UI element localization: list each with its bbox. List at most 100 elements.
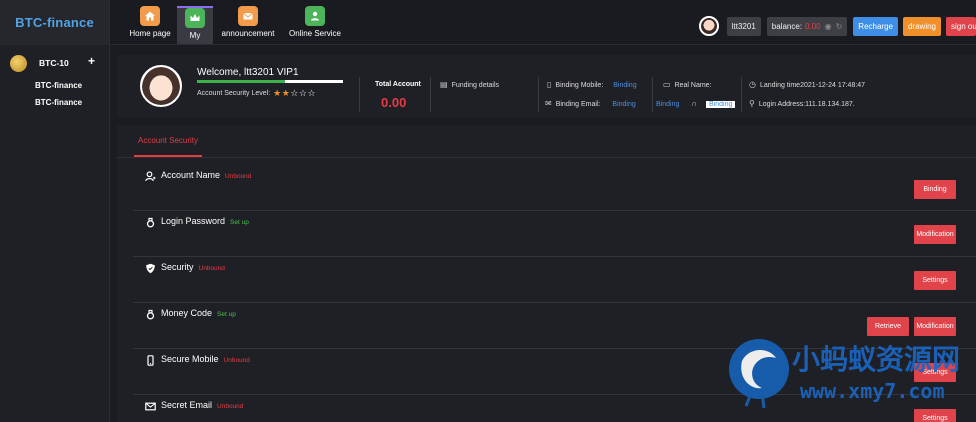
settings-button[interactable]: Settings (914, 409, 956, 422)
refresh-icon[interactable]: ↻ (836, 22, 843, 31)
login-address-text: Login Address:111.18.134.187. (758, 101, 855, 108)
avatar[interactable] (698, 16, 719, 36)
sidebar-item-btc-finance-1[interactable]: BTC-finance (0, 77, 109, 94)
person-icon (305, 6, 325, 26)
row-label: Money Code Set up (161, 308, 236, 318)
binding-email-link[interactable]: Binding (612, 101, 635, 108)
binding-mobile-label: Binding Mobile: (555, 82, 604, 89)
sign-out-button[interactable]: sign ou (946, 16, 976, 36)
lock-icon (145, 217, 156, 228)
binding-email: ✉ Binding Email: Binding (545, 99, 636, 108)
nav-label: My (189, 31, 201, 40)
phone-icon: ▯ (547, 80, 552, 89)
home-icon (140, 6, 160, 26)
mail-icon: ✉ (545, 99, 552, 108)
binding-mobile-link[interactable]: Binding (613, 82, 636, 89)
binding-button[interactable]: Binding (914, 180, 956, 199)
status-badge: Unbound (225, 173, 252, 180)
modification-button[interactable]: Modification (914, 225, 956, 244)
security-row-secure-mobile: Secure Mobile Unbound Settings (133, 349, 976, 395)
status-badge: Unbound (198, 265, 225, 272)
top-navigation: Home page My announcement Online Service… (110, 0, 976, 45)
row-label: Secret Email Unbound (161, 400, 244, 410)
security-row-account-name: Account Name Unbound Binding (133, 165, 976, 211)
user-icon (145, 171, 156, 182)
row-label: Security Unbound (161, 262, 225, 272)
star-empty-icon: ☆ (307, 88, 317, 98)
real-name-binding-link[interactable]: Binding (656, 101, 679, 108)
security-row-security: Security Unbound Settings (133, 257, 976, 303)
nav-online-service[interactable]: Online Service (288, 6, 342, 44)
nav-label: Home page (129, 29, 171, 38)
modification-button[interactable]: Modification (914, 317, 956, 336)
settings-button[interactable]: Settings (914, 271, 956, 290)
divider (359, 77, 360, 112)
status-badge: Unbound (217, 403, 244, 410)
binding-mobile: ▯ Binding Mobile: Binding (547, 80, 637, 89)
landing-time-text: Landing time2021-12-24 17:48:47 (759, 82, 866, 89)
divider (652, 77, 653, 112)
brand-logo[interactable]: BTC-finance (0, 0, 109, 45)
security-row-login-password: Login Password Set up Modification (133, 211, 976, 257)
username-chip[interactable]: ltt3201 (726, 16, 761, 36)
status-badge: Unbound (223, 357, 250, 364)
security-row-secret-email: Secret Email Unbound Settings (133, 395, 976, 422)
sidebar-group-header[interactable]: BTC-10 + (0, 49, 109, 77)
total-account-value: 0.00 (381, 95, 407, 110)
shield-icon (145, 263, 156, 274)
security-progress-fill (197, 80, 285, 83)
real-name: ▭ Real Name: (663, 80, 712, 89)
profile-panel: Welcome, ltt3201 VIP1 Account Security L… (117, 55, 976, 117)
nav-home-page[interactable]: Home page (128, 6, 172, 44)
funding-details-link[interactable]: ▤ Funding details (440, 80, 499, 89)
total-account-label: Total Account (375, 81, 421, 88)
welcome-text: Welcome, ltt3201 VIP1 (197, 67, 299, 78)
star-empty-icon: ☆ (290, 88, 299, 98)
sidebar: BTC-finance BTC-10 + BTC-finance BTC-fin… (0, 0, 110, 422)
phone-icon (145, 355, 156, 366)
star-filled-icon: ★ (273, 88, 282, 98)
real-name-binding-button[interactable]: Binding (706, 101, 736, 108)
eye-icon[interactable]: ◉ (825, 22, 832, 31)
nav-label: announcement (221, 29, 275, 38)
location-pin-icon: ⚲ (749, 99, 755, 108)
retrieve-button[interactable]: Retrieve (867, 317, 909, 336)
crown-icon (185, 8, 205, 28)
plus-icon[interactable]: + (88, 55, 95, 67)
security-level-label: Account Security Level: (197, 90, 271, 97)
security-progress-bar (197, 80, 343, 83)
row-label: Secure Mobile Unbound (161, 354, 250, 364)
settings-button[interactable]: Settings (914, 363, 956, 382)
sidebar-group-label: BTC-10 (39, 58, 69, 68)
balance-chip: balance: 0.00 ◉ ↻ (766, 16, 848, 36)
real-name-binding: Binding ∩ Binding (656, 99, 736, 108)
recharge-button[interactable]: Recharge (853, 16, 898, 36)
row-label: Account Name Unbound (161, 170, 252, 180)
account-security-panel: Account Security Account Name Unbound Bin… (117, 125, 976, 422)
security-row-money-code: Money Code Set up Retrieve Modification (133, 303, 976, 349)
balance-label: balance: (771, 21, 803, 31)
status-badge: Set up (230, 219, 249, 226)
security-level: Account Security Level: ★★☆☆☆ (197, 88, 316, 99)
sidebar-item-btc-finance-2[interactable]: BTC-finance (0, 94, 109, 111)
status-badge: Set up (217, 311, 236, 318)
star-rating: ★★☆☆☆ (273, 88, 316, 99)
landing-time: ◷ Landing time2021-12-24 17:48:47 (749, 80, 865, 89)
binding-email-label: Binding Email: (555, 101, 601, 108)
real-name-label: Real Name: (674, 82, 712, 89)
row-label: Login Password Set up (161, 216, 249, 226)
headset-icon: ∩ (691, 99, 698, 108)
document-icon: ▤ (440, 80, 448, 89)
nav-announcement[interactable]: announcement (220, 6, 276, 44)
tab-account-security[interactable]: Account Security (134, 125, 203, 157)
clock-icon: ◷ (749, 80, 756, 89)
nav-label: Online Service (288, 29, 342, 38)
top-right-controls: ltt3201 balance: 0.00 ◉ ↻ Recharge drawi… (698, 16, 976, 36)
divider (538, 77, 539, 112)
balance-value: 0.00 (805, 21, 821, 31)
avatar (140, 65, 182, 107)
divider (117, 157, 976, 158)
drawing-button[interactable]: drawing (902, 16, 941, 36)
nav-my[interactable]: My (177, 6, 213, 44)
login-address: ⚲ Login Address:111.18.134.187. (749, 99, 855, 108)
